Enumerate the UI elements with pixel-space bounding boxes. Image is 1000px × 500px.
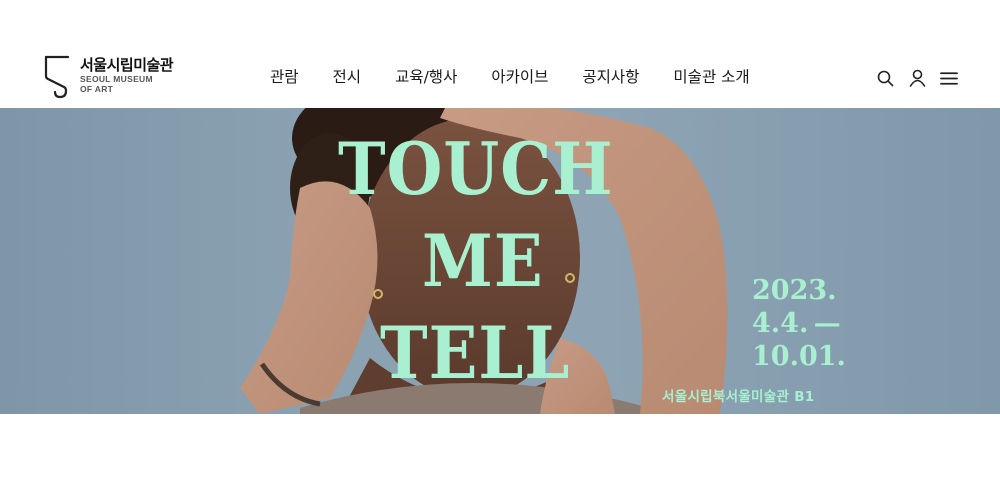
nav-item-archive[interactable]: 아카이브	[491, 66, 548, 90]
exhibition-venue: 서울시립북서울미술관 B1	[662, 389, 815, 405]
search-button[interactable]	[876, 69, 894, 87]
nav-item-exhibitions[interactable]: 전시	[333, 66, 362, 90]
main-nav: 관람 전시 교육/행사 아카이브 공지사항 미술관 소개	[270, 66, 750, 90]
exhibition-title-line2: ME	[422, 220, 544, 304]
logo-english-line2: OF ART	[80, 84, 114, 94]
date-line2: 4.4. —	[752, 308, 841, 339]
logo-s-mark-icon	[44, 55, 70, 99]
date-line3: 10.01.	[752, 341, 846, 372]
site-header: 서울시립미술관 SEOUL MUSEUM OF ART 관람 전시 교육/행사 …	[0, 0, 1000, 108]
nav-item-about[interactable]: 미술관 소개	[673, 66, 749, 90]
date-line1: 2023.	[752, 275, 837, 306]
logo-english-line1: SEOUL MUSEUM	[80, 74, 153, 84]
exhibition-title-line1: TOUCH	[338, 128, 614, 212]
nav-item-notices[interactable]: 공지사항	[582, 66, 639, 90]
exhibition-banner[interactable]: TOUCH ME TELL 2023. 4.4. — 10.01. 서울시립북서…	[0, 108, 1000, 414]
user-icon	[909, 69, 925, 87]
nav-item-visit[interactable]: 관람	[270, 66, 299, 90]
hamburger-menu-icon	[940, 71, 958, 85]
nav-item-education-events[interactable]: 교육/행사	[395, 66, 457, 90]
user-button[interactable]	[908, 69, 926, 87]
menu-button[interactable]	[940, 69, 958, 87]
exhibition-dates: 2023. 4.4. — 10.01.	[752, 274, 846, 373]
header-tools	[876, 67, 958, 89]
exhibition-title-line3: TELL	[380, 312, 571, 396]
museum-logo[interactable]: 서울시립미술관 SEOUL MUSEUM OF ART	[38, 54, 218, 104]
logo-korean-name: 서울시립미술관	[80, 56, 174, 74]
logo-english-name: SEOUL MUSEUM OF ART	[80, 74, 170, 94]
search-icon	[877, 70, 893, 86]
